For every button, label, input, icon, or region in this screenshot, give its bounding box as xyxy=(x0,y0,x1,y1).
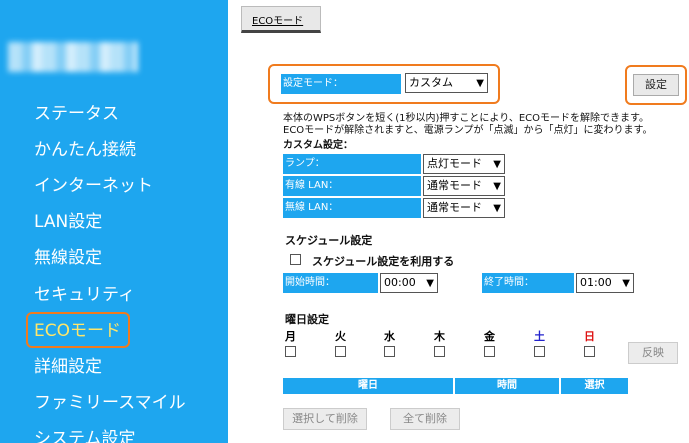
checkbox-fri[interactable] xyxy=(484,346,495,357)
start-time-value: 00:00 xyxy=(384,276,416,289)
sidebar: ステータス かんたん接続 インターネット LAN設定 無線設定 セキュリティ E… xyxy=(0,0,228,443)
wireless-lan-select[interactable]: 通常モード ▼ xyxy=(423,198,505,218)
schedule-use-checkbox[interactable] xyxy=(290,254,301,265)
checkbox-sun[interactable] xyxy=(584,346,595,357)
wireless-lan-label: 無線 LAN： xyxy=(283,198,421,218)
wired-lan-label: 有線 LAN： xyxy=(283,176,421,196)
chevron-down-icon: ▼ xyxy=(622,278,630,289)
sidebar-item-easy-connect[interactable]: かんたん接続 xyxy=(34,139,136,161)
lamp-select[interactable]: 点灯モード ▼ xyxy=(423,154,505,174)
delete-selected-button[interactable]: 選択して削除 xyxy=(283,408,367,430)
day-sun: 日 xyxy=(584,330,595,343)
sidebar-item-status[interactable]: ステータス xyxy=(34,103,119,125)
sidebar-item-lan[interactable]: LAN設定 xyxy=(34,211,102,233)
wired-lan-select-value: 通常モード xyxy=(427,179,482,192)
end-time-value: 01:00 xyxy=(580,276,612,289)
checkbox-sat[interactable] xyxy=(534,346,545,357)
checkbox-tue[interactable] xyxy=(335,346,346,357)
chevron-down-icon: ▼ xyxy=(493,159,501,170)
custom-heading: カスタム設定： xyxy=(283,140,353,151)
description-line2: ECOモードが解除されますと、電源ランプが「点滅」から「点灯」に変わります。 xyxy=(283,125,653,136)
sidebar-item-security[interactable]: セキュリティ xyxy=(34,284,135,306)
table-header-time: 時間 xyxy=(455,378,559,394)
day-fri: 金 xyxy=(484,330,495,343)
set-highlight-ring xyxy=(625,65,687,105)
checkbox-thu[interactable] xyxy=(434,346,445,357)
chevron-down-icon: ▼ xyxy=(493,181,501,192)
day-sat: 土 xyxy=(534,330,545,343)
page-tab: ECOモード xyxy=(241,6,321,33)
day-tue: 火 xyxy=(335,330,346,343)
start-time-select[interactable]: 00:00 ▼ xyxy=(380,273,438,293)
table-header-day: 曜日 xyxy=(283,378,453,394)
end-time-select[interactable]: 01:00 ▼ xyxy=(576,273,634,293)
checkbox-mon[interactable] xyxy=(285,346,296,357)
lamp-label: ランプ： xyxy=(283,154,421,174)
weekday-heading: 曜日設定 xyxy=(285,313,329,326)
description-line1: 本体のWPSボタンを短く(1秒以内)押すことにより、ECOモードを解除できます。 xyxy=(283,113,650,124)
delete-all-button[interactable]: 全て削除 xyxy=(390,408,460,430)
reflect-button[interactable]: 反映 xyxy=(628,342,678,364)
schedule-heading: スケジュール設定 xyxy=(285,234,373,247)
sidebar-item-wireless[interactable]: 無線設定 xyxy=(34,247,102,269)
mode-highlight-ring xyxy=(268,64,500,104)
chevron-down-icon: ▼ xyxy=(493,203,501,214)
chevron-down-icon: ▼ xyxy=(426,278,434,289)
sidebar-item-internet[interactable]: インターネット xyxy=(34,175,153,197)
eco-highlight-ring xyxy=(26,312,130,348)
table-header-select: 選択 xyxy=(561,378,628,394)
wired-lan-select[interactable]: 通常モード ▼ xyxy=(423,176,505,196)
start-time-label: 開始時間： xyxy=(283,273,378,293)
lamp-select-value: 点灯モード xyxy=(427,157,482,170)
day-mon: 月 xyxy=(285,330,296,343)
day-thu: 木 xyxy=(434,330,445,343)
sidebar-item-family-smile[interactable]: ファミリースマイル xyxy=(34,392,186,414)
schedule-use-label: スケジュール設定を利用する xyxy=(312,255,455,268)
end-time-label: 終了時間： xyxy=(482,273,574,293)
logo-blurred xyxy=(8,42,138,72)
sidebar-item-advanced[interactable]: 詳細設定 xyxy=(34,356,102,378)
day-wed: 水 xyxy=(384,330,395,343)
main-panel: ECOモード 設定モード： カスタム ▼ 設定 本体のWPSボタンを短く(1秒以内… xyxy=(228,0,689,443)
sidebar-item-system[interactable]: システム設定 xyxy=(34,428,136,443)
wireless-lan-select-value: 通常モード xyxy=(427,201,482,214)
checkbox-wed[interactable] xyxy=(384,346,395,357)
